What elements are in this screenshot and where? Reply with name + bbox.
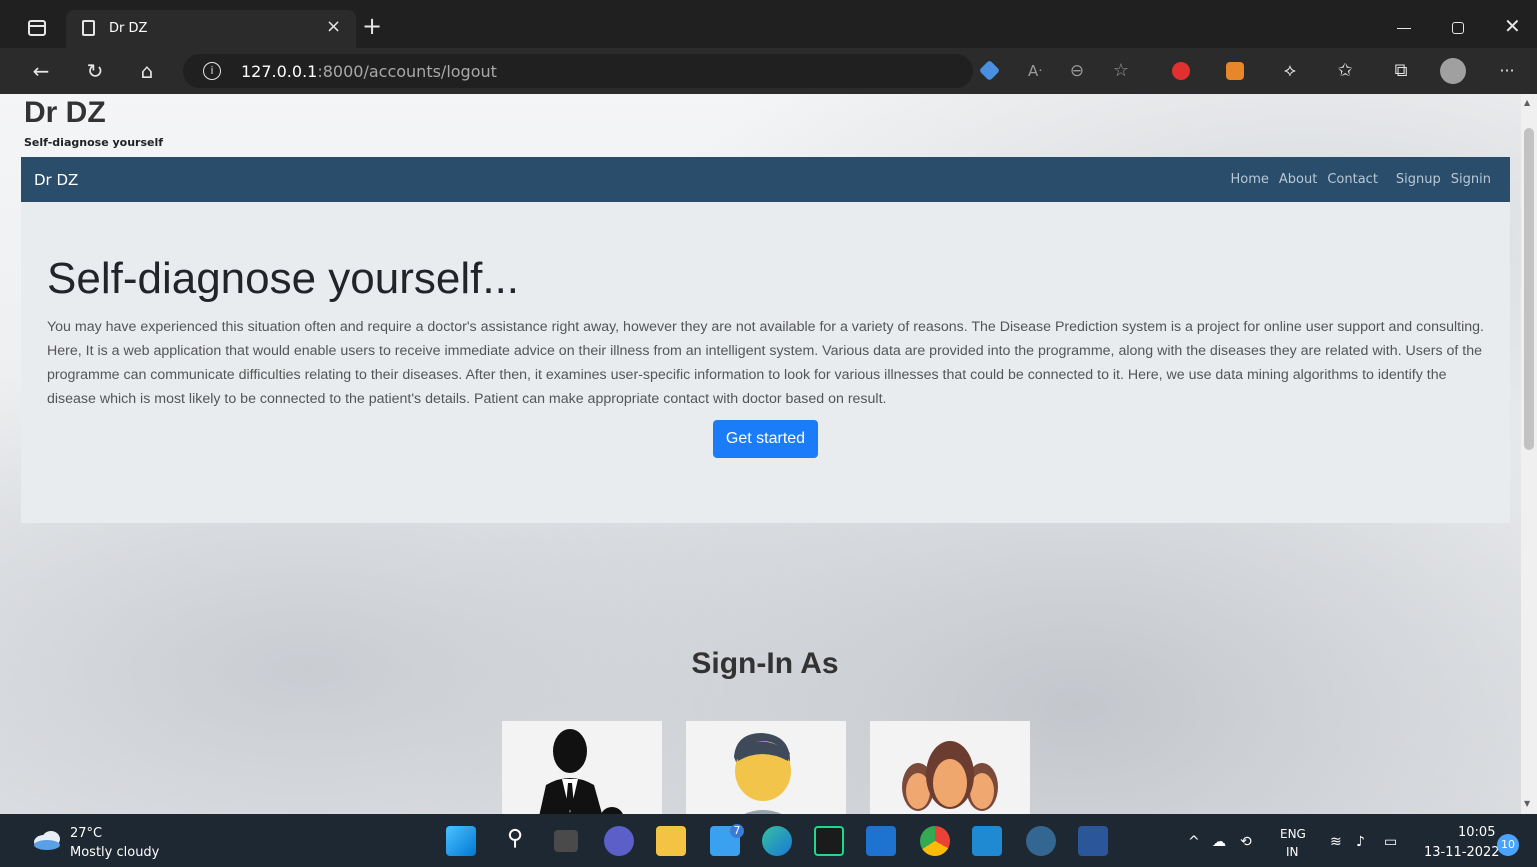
hidden-icons-chevron-icon[interactable]: ^ [1188,834,1200,850]
hero-title: Self-diagnose yourself... [47,254,520,303]
page-scrollbar[interactable]: ▲ ▼ [1521,94,1537,814]
tab-title: Dr DZ [109,21,148,36]
search-icon[interactable]: ⚲ [500,826,530,856]
signin-card-admin[interactable] [502,721,662,814]
doctor-avatar-icon [734,733,791,814]
tab-actions-icon[interactable] [28,20,46,36]
page-icon [82,20,95,36]
wifi-icon[interactable]: ≋ [1330,834,1342,850]
add-favorite-icon[interactable]: ☆ [1106,56,1136,86]
onedrive-icon[interactable]: ☁ [1212,834,1226,850]
home-icon[interactable]: ⌂ [132,56,162,86]
tab-close-icon[interactable]: × [326,16,341,37]
favorites-icon[interactable]: ✩ [1330,56,1360,86]
scroll-down-icon[interactable]: ▼ [1524,799,1530,808]
navbar: Dr DZ Home About Contact Signup Signin [21,157,1510,202]
nav-signin[interactable]: Signin [1451,172,1491,187]
weather-temperature[interactable]: 27°C [70,826,102,841]
language-bottom[interactable]: IN [1286,845,1299,859]
windows-taskbar: 27°C Mostly cloudy ⚲ 7 ^ ☁ ⟲ ENG IN ≋ ♪ … [0,814,1537,867]
profile-icon[interactable] [1440,58,1466,84]
extensions-icon[interactable]: ⟡ [1275,56,1305,86]
mail-badge: 7 [730,824,744,838]
cloud-weather-icon[interactable] [32,828,62,850]
signin-card-doctor[interactable] [686,721,846,814]
nav-home[interactable]: Home [1231,172,1269,187]
language-top[interactable]: ENG [1280,827,1306,841]
read-aloud-icon[interactable]: Aᐧ [1020,56,1050,86]
chrome-icon[interactable] [920,826,950,856]
metamask-extension-icon[interactable] [1226,62,1244,80]
start-icon[interactable] [446,826,476,856]
l-app-icon[interactable] [866,826,896,856]
window-close-icon[interactable]: ✕ [1504,14,1521,38]
browser-toolbar: ← ↻ ⌂ i 127.0.0.1:8000/accounts/logout A… [0,48,1537,94]
edge-browser-icon[interactable] [762,826,792,856]
page-viewport: Dr DZ Self-diagnose yourself Dr DZ Home … [0,94,1537,814]
tag-icon[interactable] [978,59,1001,82]
back-icon[interactable]: ← [26,56,56,86]
hero-description: You may have experienced this situation … [47,319,1484,407]
zoom-out-icon[interactable]: ⊖ [1062,56,1092,86]
task-view-icon[interactable] [554,830,578,852]
site-info-icon[interactable]: i [203,62,221,80]
collections-icon[interactable]: ⧉ [1386,56,1416,86]
hero-section: Self-diagnose yourself... You may have e… [21,202,1510,523]
scroll-thumb[interactable] [1524,128,1534,450]
browser-tab[interactable]: Dr DZ × [66,10,356,48]
sync-icon[interactable]: ⟲ [1240,834,1252,850]
signin-heading: Sign-In As [691,647,839,680]
refresh-icon[interactable]: ↻ [80,56,110,86]
nav-signup[interactable]: Signup [1396,172,1441,187]
teams-chat-icon[interactable] [604,826,634,856]
signin-card-patient[interactable] [870,721,1030,814]
clock-time[interactable]: 10:05 [1458,825,1495,840]
adblock-extension-icon[interactable] [1172,62,1190,80]
word-icon[interactable] [1078,826,1108,856]
site-subtitle: Self-diagnose yourself [24,136,164,149]
nav-contact[interactable]: Contact [1327,172,1378,187]
nav-links: Home About Contact Signup Signin [1231,172,1491,187]
pycharm-icon[interactable] [814,826,844,856]
scroll-up-icon[interactable]: ▲ [1524,98,1530,107]
site-title: Dr DZ [24,96,106,129]
get-started-button[interactable]: Get started [713,420,818,458]
patient-group-icon [902,741,998,811]
battery-icon[interactable]: ▭ [1384,834,1397,850]
nav-about[interactable]: About [1279,172,1317,187]
minimize-icon[interactable] [1397,28,1411,29]
weather-description[interactable]: Mostly cloudy [70,845,159,860]
volume-icon[interactable]: ♪ [1356,834,1365,850]
new-tab-button[interactable]: + [362,14,382,38]
notification-badge[interactable]: 10 [1497,834,1519,856]
address-url: 127.0.0.1:8000/accounts/logout [241,62,497,81]
file-explorer-icon[interactable] [656,826,686,856]
admin-avatar-icon [539,729,623,814]
browser-titlebar: Dr DZ × + ✕ [0,0,1537,48]
navbar-brand[interactable]: Dr DZ [34,171,78,189]
postgresql-icon[interactable] [1026,826,1056,856]
maximize-icon[interactable] [1452,22,1464,34]
clock-date[interactable]: 13-11-2022 [1424,845,1500,860]
address-bar[interactable]: i 127.0.0.1:8000/accounts/logout [183,54,973,88]
more-menu-icon[interactable]: ··· [1492,56,1522,86]
vscode-icon[interactable] [972,826,1002,856]
